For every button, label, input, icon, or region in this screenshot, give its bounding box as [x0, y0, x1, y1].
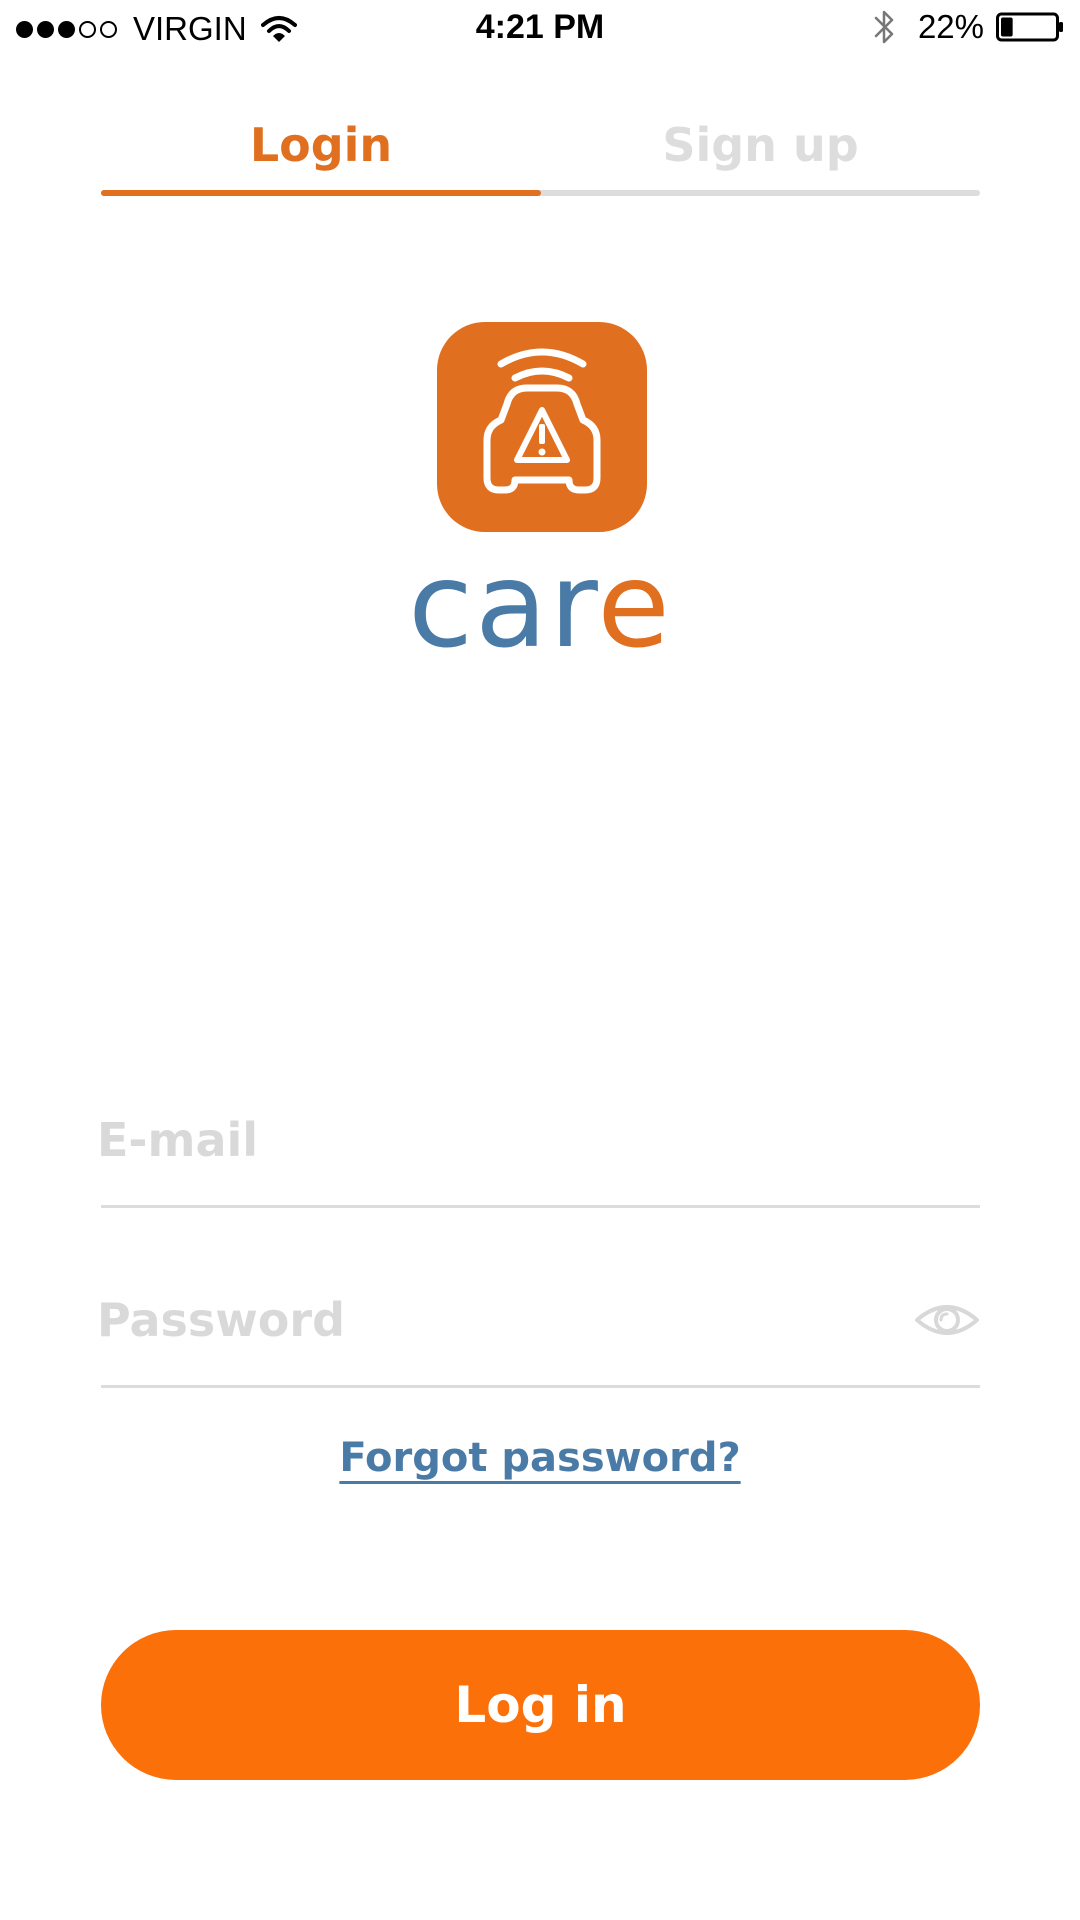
- status-right: 22%: [872, 8, 1064, 46]
- forgot-password-link[interactable]: Forgot password?: [0, 1435, 1080, 1481]
- password-underline: [101, 1385, 980, 1388]
- wordmark-e: e: [597, 536, 672, 674]
- email-underline: [101, 1205, 980, 1208]
- auth-tabs: Login Sign up: [101, 100, 980, 200]
- tab-track: [101, 190, 980, 196]
- email-field[interactable]: [97, 1090, 877, 1190]
- tab-active-indicator: [101, 190, 541, 196]
- battery-icon: [996, 12, 1063, 42]
- battery-percentage: 22%: [917, 8, 984, 45]
- car-warning-icon: [483, 348, 601, 494]
- care-wordmark: care: [0, 540, 1080, 670]
- app-logo: [437, 322, 647, 532]
- tab-signup[interactable]: Sign up: [541, 100, 980, 190]
- password-field-group: [97, 1270, 980, 1388]
- email-field-group: [97, 1090, 980, 1208]
- wordmark-car: car: [408, 536, 598, 674]
- bluetooth-icon: [874, 10, 894, 44]
- status-bar: VIRGIN 4:21 PM 22%: [0, 0, 1080, 58]
- eye-icon[interactable]: [914, 1290, 980, 1350]
- password-field[interactable]: [97, 1270, 877, 1370]
- forgot-password-label: Forgot password?: [339, 1435, 741, 1481]
- login-button[interactable]: Log in: [101, 1630, 980, 1780]
- tab-login[interactable]: Login: [101, 100, 541, 190]
